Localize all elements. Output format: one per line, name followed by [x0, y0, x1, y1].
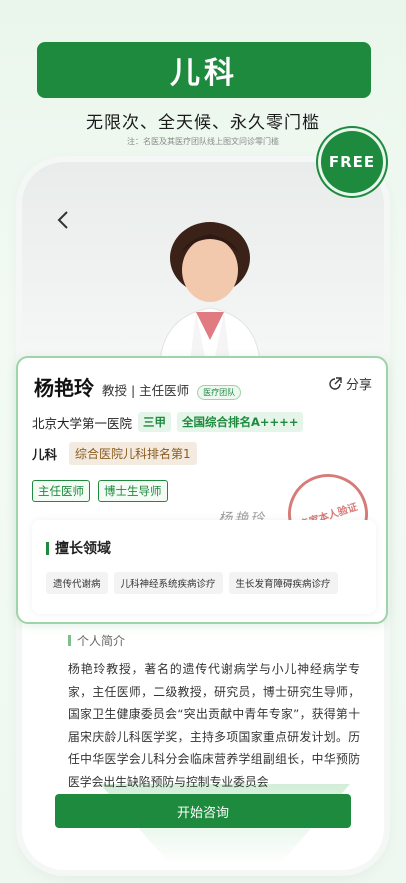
credential-tag: 博士生导师: [98, 480, 168, 502]
skill-tags: 遗传代谢病 儿科神经系统疾病诊疗 生长发育障碍疾病诊疗: [46, 572, 338, 594]
back-button[interactable]: [56, 210, 70, 235]
start-consult-label: 开始咨询: [176, 805, 229, 821]
doctor-avatar: [159, 222, 261, 362]
slogan: 无限次、全天候、永久零门槛: [86, 113, 320, 133]
department-rank-tag: 综合医院儿科排名第1: [69, 442, 197, 465]
ranking-tag: 全国综合排名A++++: [177, 412, 304, 432]
credentials-row: 主任医师 博士生导师: [32, 480, 168, 502]
team-tag[interactable]: 医疗团队: [197, 385, 242, 400]
hospital-level-tag: 三甲: [138, 412, 172, 432]
doctor-title: 教授 | 主任医师: [102, 383, 190, 398]
skill-tag[interactable]: 儿科神经系统疾病诊疗: [113, 572, 223, 594]
intro-text: 杨艳玲教授，著名的遗传代谢病学与小儿神经病学专家，主任医师，二级教授，研究员，博…: [68, 662, 360, 789]
start-consult-button[interactable]: 开始咨询: [55, 794, 351, 828]
banner-title: 儿科: [170, 56, 238, 91]
hospital-name: 北京大学第一医院: [32, 415, 133, 431]
credential-tag: 主任医师: [32, 480, 90, 502]
skills-heading: 擅长领域: [46, 538, 111, 558]
share-label: 分享: [345, 378, 372, 393]
free-badge: FREE: [321, 131, 383, 193]
intro-title: 个人简介: [77, 634, 126, 648]
share-icon: [329, 376, 342, 390]
doctor-name: 杨艳玲: [34, 376, 94, 400]
chevron-left-icon: [57, 211, 68, 229]
heading-bar: [46, 541, 49, 555]
intro-heading: 个人简介: [68, 632, 125, 649]
skills-title: 擅长领域: [55, 541, 111, 557]
skill-tag[interactable]: 遗传代谢病: [46, 572, 108, 594]
department-row: 儿科 综合医院儿科排名第1: [32, 442, 197, 465]
share-button[interactable]: 分享: [328, 374, 372, 393]
page-banner: 儿科: [37, 42, 371, 98]
department-name: 儿科: [32, 447, 58, 462]
free-badge-label: FREE: [328, 153, 376, 171]
hospital-row: 北京大学第一医院 三甲 全国综合排名A++++: [32, 412, 304, 432]
skill-tag[interactable]: 生长发育障碍疾病诊疗: [228, 572, 338, 594]
skills-section: 擅长领域 遗传代谢病 儿科神经系统疾病诊疗 生长发育障碍疾病诊疗: [32, 520, 376, 614]
doctor-card: 杨艳玲 教授 | 主任医师 医疗团队 分享 北京大学第一医院 三甲 全国综合排名…: [16, 356, 388, 624]
heading-bar: [68, 635, 71, 646]
doctor-photo-area: [22, 162, 384, 362]
doctor-name-row: 杨艳玲 教授 | 主任医师 医疗团队: [34, 372, 242, 401]
